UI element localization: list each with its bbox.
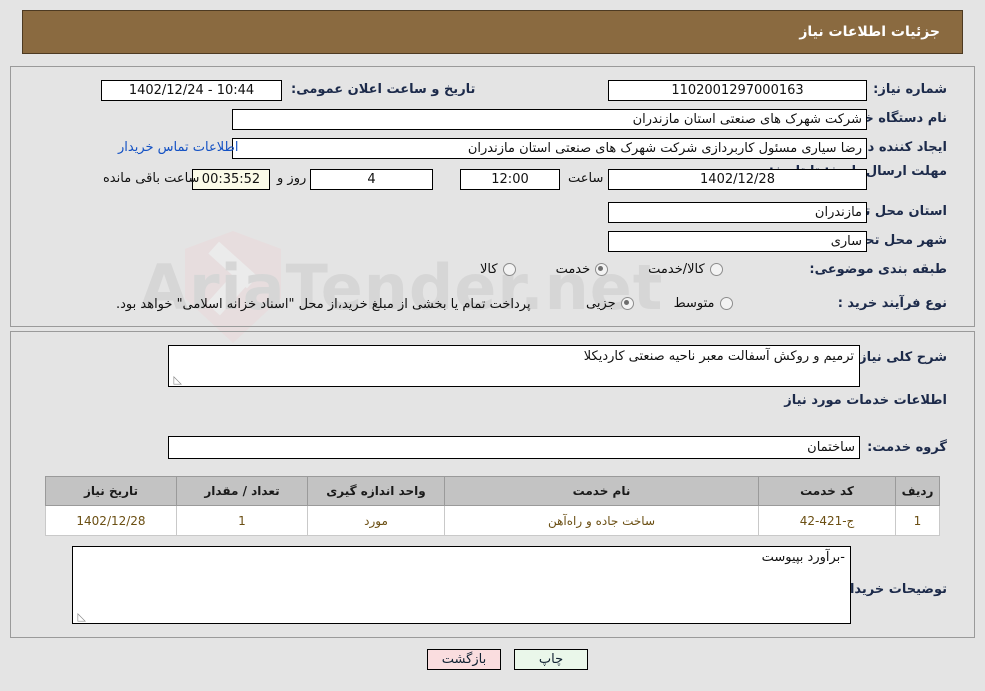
subject-category-label: طبقه بندی موضوعی: xyxy=(809,262,947,277)
service-group-label: گروه خدمت: xyxy=(867,440,947,455)
radio-icon[interactable] xyxy=(620,297,634,310)
need-number-label: شماره نیاز: xyxy=(873,82,947,97)
table-row: 1 ج-421-42 ساخت جاده و راه‌آهن مورد 1 14… xyxy=(45,505,940,536)
resize-grip-icon[interactable]: ◺ xyxy=(172,374,182,385)
treasury-bond-note: پرداخت تمام یا بخشی از مبلغ خرید،از محل … xyxy=(116,297,531,312)
category-option-label: کالا/خدمت xyxy=(648,262,705,277)
column-header-need-date: تاریخ نیاز xyxy=(45,476,177,506)
general-description-value: ترمیم و روکش آسفالت معبر ناحیه صنعتی کار… xyxy=(583,349,854,364)
announce-datetime-label: تاریخ و ساعت اعلان عمومی: xyxy=(291,82,476,97)
delivery-province-field[interactable]: مازندران xyxy=(608,202,867,223)
radio-icon[interactable] xyxy=(595,263,609,276)
category-option-kala[interactable]: کالا xyxy=(480,262,516,277)
need-info-panel xyxy=(10,66,975,327)
countdown-suffix-label: ساعت باقی مانده xyxy=(103,171,200,186)
category-option-label: کالا xyxy=(480,262,498,277)
buyer-contact-link[interactable]: اطلاعات تماس خریدار xyxy=(118,140,238,155)
remaining-days-field[interactable]: 4 xyxy=(310,169,433,190)
column-header-radif: ردیف xyxy=(895,476,940,506)
resize-grip-icon[interactable]: ◺ xyxy=(76,611,86,622)
general-description-textarea[interactable]: ترمیم و روکش آسفالت معبر ناحیه صنعتی کار… xyxy=(168,345,860,387)
deadline-label: مهلت ارسال پاسخ: تا تاریخ: xyxy=(769,164,947,179)
page-header: جزئیات اطلاعات نیاز xyxy=(22,10,963,54)
column-header-name: نام خدمت xyxy=(444,476,759,506)
announce-datetime-field[interactable]: 10:44 - 1402/12/24 xyxy=(101,80,282,101)
remaining-days-suffix: روز و xyxy=(277,171,307,186)
buyer-notes-value: -برآورد بپیوست xyxy=(761,550,845,565)
buyer-org-field[interactable]: شرکت شهرک های صنعتی استان مازندران xyxy=(232,109,867,130)
page-title: جزئیات اطلاعات نیاز xyxy=(799,24,940,40)
deadline-hour-field[interactable]: 12:00 xyxy=(460,169,560,190)
buyer-notes-textarea[interactable]: -برآورد بپیوست ◺ xyxy=(72,546,851,624)
cell-quantity: 1 xyxy=(176,505,308,536)
general-description-label: شرح کلی نیاز: xyxy=(853,350,947,365)
print-button[interactable]: چاپ xyxy=(514,649,588,670)
purchase-type-option-label: متوسط xyxy=(673,296,715,311)
request-creator-field[interactable]: رضا سیاری مسئول کاربردازی شرکت شهرک های … xyxy=(232,138,867,159)
purchase-type-option-motavaset[interactable]: متوسط xyxy=(674,296,733,311)
cell-radif: 1 xyxy=(895,505,940,536)
category-option-kala-khedmat[interactable]: کالا/خدمت xyxy=(648,262,723,277)
need-number-field[interactable]: 1102001297000163 xyxy=(608,80,867,101)
radio-icon[interactable] xyxy=(502,263,516,276)
cell-code: ج-421-42 xyxy=(758,505,896,536)
radio-icon[interactable] xyxy=(719,297,733,310)
cell-unit: مورد xyxy=(307,505,445,536)
purchase-type-option-jozei[interactable]: جزیی xyxy=(586,296,634,311)
category-option-label: خدمت xyxy=(555,262,591,277)
page-root: AriaTender.net جزئیات اطلاعات نیاز شماره… xyxy=(0,0,985,691)
buyer-notes-label: توضیحات خریدار: xyxy=(837,582,947,597)
column-header-code: کد خدمت xyxy=(758,476,896,506)
countdown-timer-field: 00:35:52 xyxy=(192,169,270,190)
back-button[interactable]: بازگشت xyxy=(427,649,501,670)
column-header-unit: واحد اندازه گیری xyxy=(307,476,445,506)
cell-need-date: 1402/12/28 xyxy=(45,505,177,536)
cell-name: ساخت جاده و راه‌آهن xyxy=(444,505,759,536)
column-header-quantity: تعداد / مقدار xyxy=(176,476,308,506)
category-option-khedmat[interactable]: خدمت xyxy=(556,262,609,277)
delivery-city-field[interactable]: ساری xyxy=(608,231,867,252)
purchase-type-label: نوع فرآیند خرید : xyxy=(837,296,947,311)
radio-icon[interactable] xyxy=(709,263,723,276)
purchase-type-option-label: جزیی xyxy=(586,296,616,311)
services-section-heading: اطلاعات خدمات مورد نیاز xyxy=(784,393,947,408)
table-header-row: ردیف کد خدمت نام خدمت واحد اندازه گیری ت… xyxy=(45,476,940,506)
deadline-hour-label: ساعت xyxy=(568,171,604,186)
services-table: ردیف کد خدمت نام خدمت واحد اندازه گیری ت… xyxy=(45,476,940,536)
service-group-field[interactable]: ساختمان xyxy=(168,436,860,459)
deadline-date-field[interactable]: 1402/12/28 xyxy=(608,169,867,190)
